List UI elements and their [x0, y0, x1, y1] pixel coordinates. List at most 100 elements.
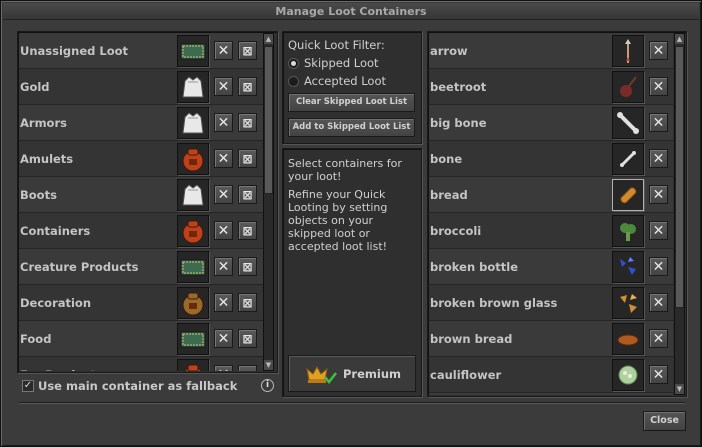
arrow-icon — [625, 38, 631, 63]
remove-button[interactable]: ✕ — [649, 77, 668, 96]
scroll-down-icon[interactable]: ▼ — [675, 384, 684, 394]
remove-button[interactable]: ✕ — [649, 329, 668, 348]
clear-button[interactable]: ⊠ — [238, 257, 257, 276]
item-slot[interactable] — [177, 70, 209, 103]
item-slot[interactable] — [177, 322, 209, 355]
list-item[interactable]: Food ✕ ⊠ — [19, 321, 263, 357]
list-item[interactable]: beetroot ✕ — [429, 69, 673, 105]
item-slot[interactable] — [612, 214, 644, 247]
clear-skipped-list-button[interactable]: Clear Skipped Loot List — [288, 93, 415, 112]
list-item[interactable]: Creature Products ✕ ⊠ — [19, 249, 263, 285]
premium-button[interactable]: Premium — [288, 355, 416, 392]
list-item[interactable]: Armors ✕ ⊠ — [19, 105, 263, 141]
info-icon[interactable]: i — [261, 379, 274, 392]
categories-scrollbar[interactable]: ▲ ▼ — [263, 33, 274, 371]
radio-dot[interactable] — [288, 75, 299, 87]
remove-button[interactable]: ✕ — [649, 185, 668, 204]
list-item[interactable]: cauliflower ✕ — [429, 357, 673, 393]
item-slot[interactable] — [177, 34, 209, 67]
item-slot[interactable] — [177, 214, 209, 247]
item-slot[interactable] — [177, 178, 209, 211]
remove-button[interactable]: ✕ — [649, 113, 668, 132]
window-title: Manage Loot Containers — [3, 3, 699, 20]
list-item[interactable]: brown bread ✕ — [429, 321, 673, 357]
list-item[interactable]: Unassigned Loot ✕ ⊠ — [19, 33, 263, 69]
item-slot[interactable] — [612, 394, 644, 395]
clear-button[interactable]: ⊠ — [238, 41, 257, 60]
list-item[interactable]: arrow ✕ — [429, 33, 673, 69]
remove-button[interactable]: ✕ — [214, 365, 233, 371]
remove-button[interactable]: ✕ — [214, 149, 233, 168]
remove-button[interactable]: ✕ — [214, 41, 233, 60]
loot-items-scrollbar[interactable]: ▲ ▼ — [674, 33, 685, 395]
big-bone-icon — [617, 111, 639, 134]
item-slot[interactable] — [612, 286, 644, 319]
bone-icon — [620, 150, 636, 167]
item-slot[interactable] — [177, 250, 209, 283]
item-slot[interactable] — [177, 358, 209, 371]
list-item[interactable]: cheese✕ — [429, 393, 673, 395]
fallback-label: Use main container as fallback — [38, 379, 238, 393]
clear-button[interactable]: ⊠ — [238, 221, 257, 240]
item-slot[interactable] — [177, 286, 209, 319]
white-bag-icon — [182, 75, 204, 97]
item-slot[interactable] — [612, 358, 644, 391]
scroll-thumb[interactable] — [675, 46, 684, 308]
remove-button[interactable]: ✕ — [649, 149, 668, 168]
add-to-skipped-list-button[interactable]: Add to Skipped Loot List — [288, 118, 415, 137]
scroll-up-icon[interactable]: ▲ — [675, 34, 684, 44]
info-line-1: Select containers for your loot! — [288, 157, 402, 183]
radio-accepted-loot[interactable]: Accepted Loot — [288, 74, 386, 88]
clear-button[interactable]: ⊠ — [238, 293, 257, 312]
item-slot[interactable] — [612, 34, 644, 67]
list-item[interactable]: Decoration ✕ ⊠ — [19, 285, 263, 321]
remove-button[interactable]: ✕ — [649, 41, 668, 60]
remove-button[interactable]: ✕ — [214, 185, 233, 204]
clear-button[interactable]: ⊠ — [238, 185, 257, 204]
list-item[interactable]: bone ✕ — [429, 141, 673, 177]
fallback-checkbox[interactable]: ✓ — [22, 380, 34, 392]
scroll-up-icon[interactable]: ▲ — [264, 34, 273, 44]
item-slot[interactable] — [612, 322, 644, 355]
remove-button[interactable]: ✕ — [214, 77, 233, 96]
item-slot[interactable] — [612, 106, 644, 139]
remove-button[interactable]: ✕ — [214, 293, 233, 312]
list-item[interactable]: Gold ✕ ⊠ — [19, 69, 263, 105]
radio-dot[interactable] — [288, 57, 299, 69]
list-item[interactable]: big bone ✕ — [429, 105, 673, 141]
radio-label: Skipped Loot — [304, 56, 379, 70]
item-slot[interactable] — [612, 178, 644, 211]
clear-button[interactable]: ⊠ — [238, 77, 257, 96]
item-slot[interactable] — [612, 142, 644, 175]
close-button[interactable]: Close — [643, 411, 686, 431]
list-item[interactable]: broken brown glass ✕ — [429, 285, 673, 321]
clear-button[interactable]: ⊠ — [238, 113, 257, 132]
list-item[interactable]: Fur Products ✕ ⊠ — [19, 357, 263, 371]
remove-button[interactable]: ✕ — [214, 221, 233, 240]
scroll-thumb[interactable] — [264, 46, 273, 194]
clear-button[interactable]: ⊠ — [238, 149, 257, 168]
remove-button[interactable]: ✕ — [649, 257, 668, 276]
remove-button[interactable]: ✕ — [214, 113, 233, 132]
remove-button[interactable]: ✕ — [649, 365, 668, 384]
list-item[interactable]: Containers ✕ ⊠ — [19, 213, 263, 249]
list-item[interactable]: bread ✕ — [429, 177, 673, 213]
clear-button[interactable]: ⊠ — [238, 329, 257, 348]
item-label: Amulets — [20, 151, 74, 166]
scroll-down-icon[interactable]: ▼ — [264, 360, 273, 370]
list-item[interactable]: Boots ✕ ⊠ — [19, 177, 263, 213]
list-item[interactable]: broccoli ✕ — [429, 213, 673, 249]
item-slot[interactable] — [177, 142, 209, 175]
list-item[interactable]: broken bottle ✕ — [429, 249, 673, 285]
item-slot[interactable] — [612, 250, 644, 283]
item-slot[interactable] — [612, 70, 644, 103]
remove-button[interactable]: ✕ — [214, 329, 233, 348]
remove-button[interactable]: ✕ — [649, 293, 668, 312]
list-item[interactable]: Amulets ✕ ⊠ — [19, 141, 263, 177]
fallback-option[interactable]: ✓ Use main container as fallback i — [19, 376, 274, 396]
clear-button[interactable]: ⊠ — [238, 365, 257, 371]
item-slot[interactable] — [177, 106, 209, 139]
remove-button[interactable]: ✕ — [649, 221, 668, 240]
remove-button[interactable]: ✕ — [214, 257, 233, 276]
radio-skipped-loot[interactable]: Skipped Loot — [288, 56, 379, 70]
